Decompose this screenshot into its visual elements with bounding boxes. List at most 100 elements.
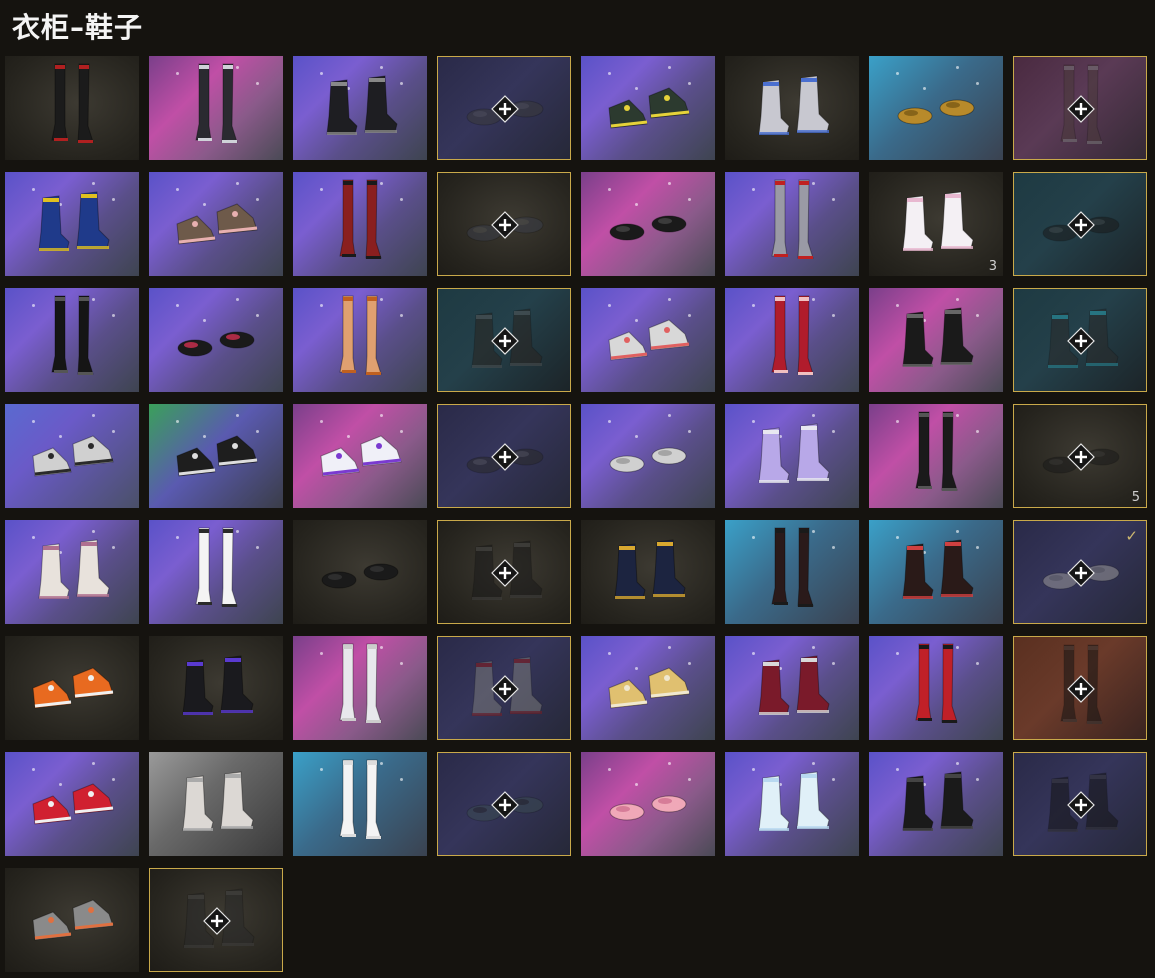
- locked-shoe-slot[interactable]: [1013, 172, 1147, 276]
- shoe-item[interactable]: [149, 520, 283, 624]
- shoe-item[interactable]: [725, 288, 859, 392]
- shoe-item[interactable]: [149, 288, 283, 392]
- shoe-icon: [339, 295, 382, 375]
- shoe-icon: [897, 99, 975, 125]
- shoe-icon: [339, 179, 382, 259]
- shoe-item[interactable]: [869, 636, 1003, 740]
- locked-shoe-slot[interactable]: [1013, 636, 1147, 740]
- plus-icon[interactable]: [491, 327, 519, 355]
- shoe-item[interactable]: [149, 404, 283, 508]
- shoe-item[interactable]: [293, 288, 427, 392]
- plus-icon[interactable]: [491, 559, 519, 587]
- shoe-item[interactable]: [149, 56, 283, 160]
- locked-shoe-slot[interactable]: [1013, 752, 1147, 856]
- item-count: 3: [988, 259, 997, 274]
- plus-icon[interactable]: [491, 95, 519, 123]
- shoe-item[interactable]: [725, 404, 859, 508]
- shoe-icon: [771, 527, 814, 607]
- locked-shoe-slot[interactable]: [149, 868, 283, 972]
- item-count: 5: [1131, 490, 1140, 505]
- shoe-item[interactable]: [581, 752, 715, 856]
- locked-shoe-slot[interactable]: ✓: [1013, 520, 1147, 624]
- plus-icon[interactable]: [491, 211, 519, 239]
- shoe-item[interactable]: [5, 752, 139, 856]
- plus-icon[interactable]: [491, 443, 519, 471]
- shoe-icon: [608, 87, 690, 129]
- shoe-item[interactable]: [725, 172, 859, 276]
- locked-shoe-slot[interactable]: [437, 752, 571, 856]
- shoe-item[interactable]: [581, 520, 715, 624]
- plus-icon[interactable]: [491, 791, 519, 819]
- shoe-icon: [195, 63, 238, 143]
- plus-icon[interactable]: [491, 675, 519, 703]
- shoe-icon: [326, 75, 398, 135]
- plus-icon[interactable]: [1067, 675, 1095, 703]
- locked-shoe-slot[interactable]: [437, 636, 571, 740]
- plus-icon[interactable]: [1067, 95, 1095, 123]
- shoe-item[interactable]: [581, 56, 715, 160]
- plus-icon[interactable]: [1067, 791, 1095, 819]
- shoe-icon: [902, 539, 974, 599]
- shoe-item[interactable]: [149, 752, 283, 856]
- shoe-item[interactable]: [581, 288, 715, 392]
- shoe-item[interactable]: [293, 172, 427, 276]
- shoe-item[interactable]: [869, 520, 1003, 624]
- shoe-item[interactable]: [149, 172, 283, 276]
- plus-icon[interactable]: [1067, 211, 1095, 239]
- shoe-item[interactable]: [5, 520, 139, 624]
- shoe-icon: [32, 435, 114, 477]
- plus-icon[interactable]: [1067, 443, 1095, 471]
- shoe-icon: [608, 319, 690, 361]
- shoe-item[interactable]: [869, 752, 1003, 856]
- shoe-item[interactable]: 3: [869, 172, 1003, 276]
- shoe-icon: [321, 563, 399, 589]
- shoe-item[interactable]: [581, 636, 715, 740]
- shoe-item[interactable]: [149, 636, 283, 740]
- shoe-icon: [195, 527, 238, 607]
- shoe-icon: [609, 447, 687, 473]
- shoe-item[interactable]: [725, 520, 859, 624]
- shoe-icon: [176, 435, 258, 477]
- shoe-item[interactable]: [5, 404, 139, 508]
- locked-shoe-slot[interactable]: [1013, 56, 1147, 160]
- locked-shoe-slot[interactable]: [437, 56, 571, 160]
- shoe-icon: [32, 783, 114, 825]
- shoe-icon: [609, 215, 687, 241]
- shoe-item[interactable]: [581, 172, 715, 276]
- shoe-icon: [915, 643, 958, 723]
- shoe-item[interactable]: [725, 636, 859, 740]
- shoe-item[interactable]: [869, 288, 1003, 392]
- shoe-item[interactable]: [293, 404, 427, 508]
- locked-shoe-slot[interactable]: [437, 404, 571, 508]
- locked-shoe-slot[interactable]: [437, 172, 571, 276]
- plus-icon[interactable]: [203, 907, 231, 935]
- shoe-item[interactable]: [869, 56, 1003, 160]
- shoe-item[interactable]: [5, 288, 139, 392]
- shoe-item[interactable]: [293, 636, 427, 740]
- shoe-icon: [182, 655, 254, 715]
- shoe-item[interactable]: [5, 172, 139, 276]
- shoe-item[interactable]: [869, 404, 1003, 508]
- locked-shoe-slot[interactable]: [437, 520, 571, 624]
- shoe-item[interactable]: [293, 56, 427, 160]
- locked-shoe-slot[interactable]: [437, 288, 571, 392]
- shoe-icon: [176, 203, 258, 245]
- shoe-item[interactable]: [293, 520, 427, 624]
- shoe-icon: [609, 795, 687, 821]
- shoe-item[interactable]: [581, 404, 715, 508]
- shoe-item[interactable]: [725, 56, 859, 160]
- shoe-item[interactable]: [5, 56, 139, 160]
- shoe-item[interactable]: [5, 868, 139, 972]
- shoe-icon: [320, 435, 402, 477]
- plus-icon[interactable]: [1067, 559, 1095, 587]
- shoe-item[interactable]: [293, 752, 427, 856]
- locked-shoe-slot[interactable]: [1013, 288, 1147, 392]
- shoe-item[interactable]: [5, 636, 139, 740]
- plus-icon[interactable]: [1067, 327, 1095, 355]
- locked-shoe-slot[interactable]: 5: [1013, 404, 1147, 508]
- shoe-icon: [902, 771, 974, 831]
- shoe-item[interactable]: [725, 752, 859, 856]
- check-icon: ✓: [1125, 527, 1138, 545]
- shoe-icon: [915, 411, 958, 491]
- shoe-icon: [38, 539, 110, 599]
